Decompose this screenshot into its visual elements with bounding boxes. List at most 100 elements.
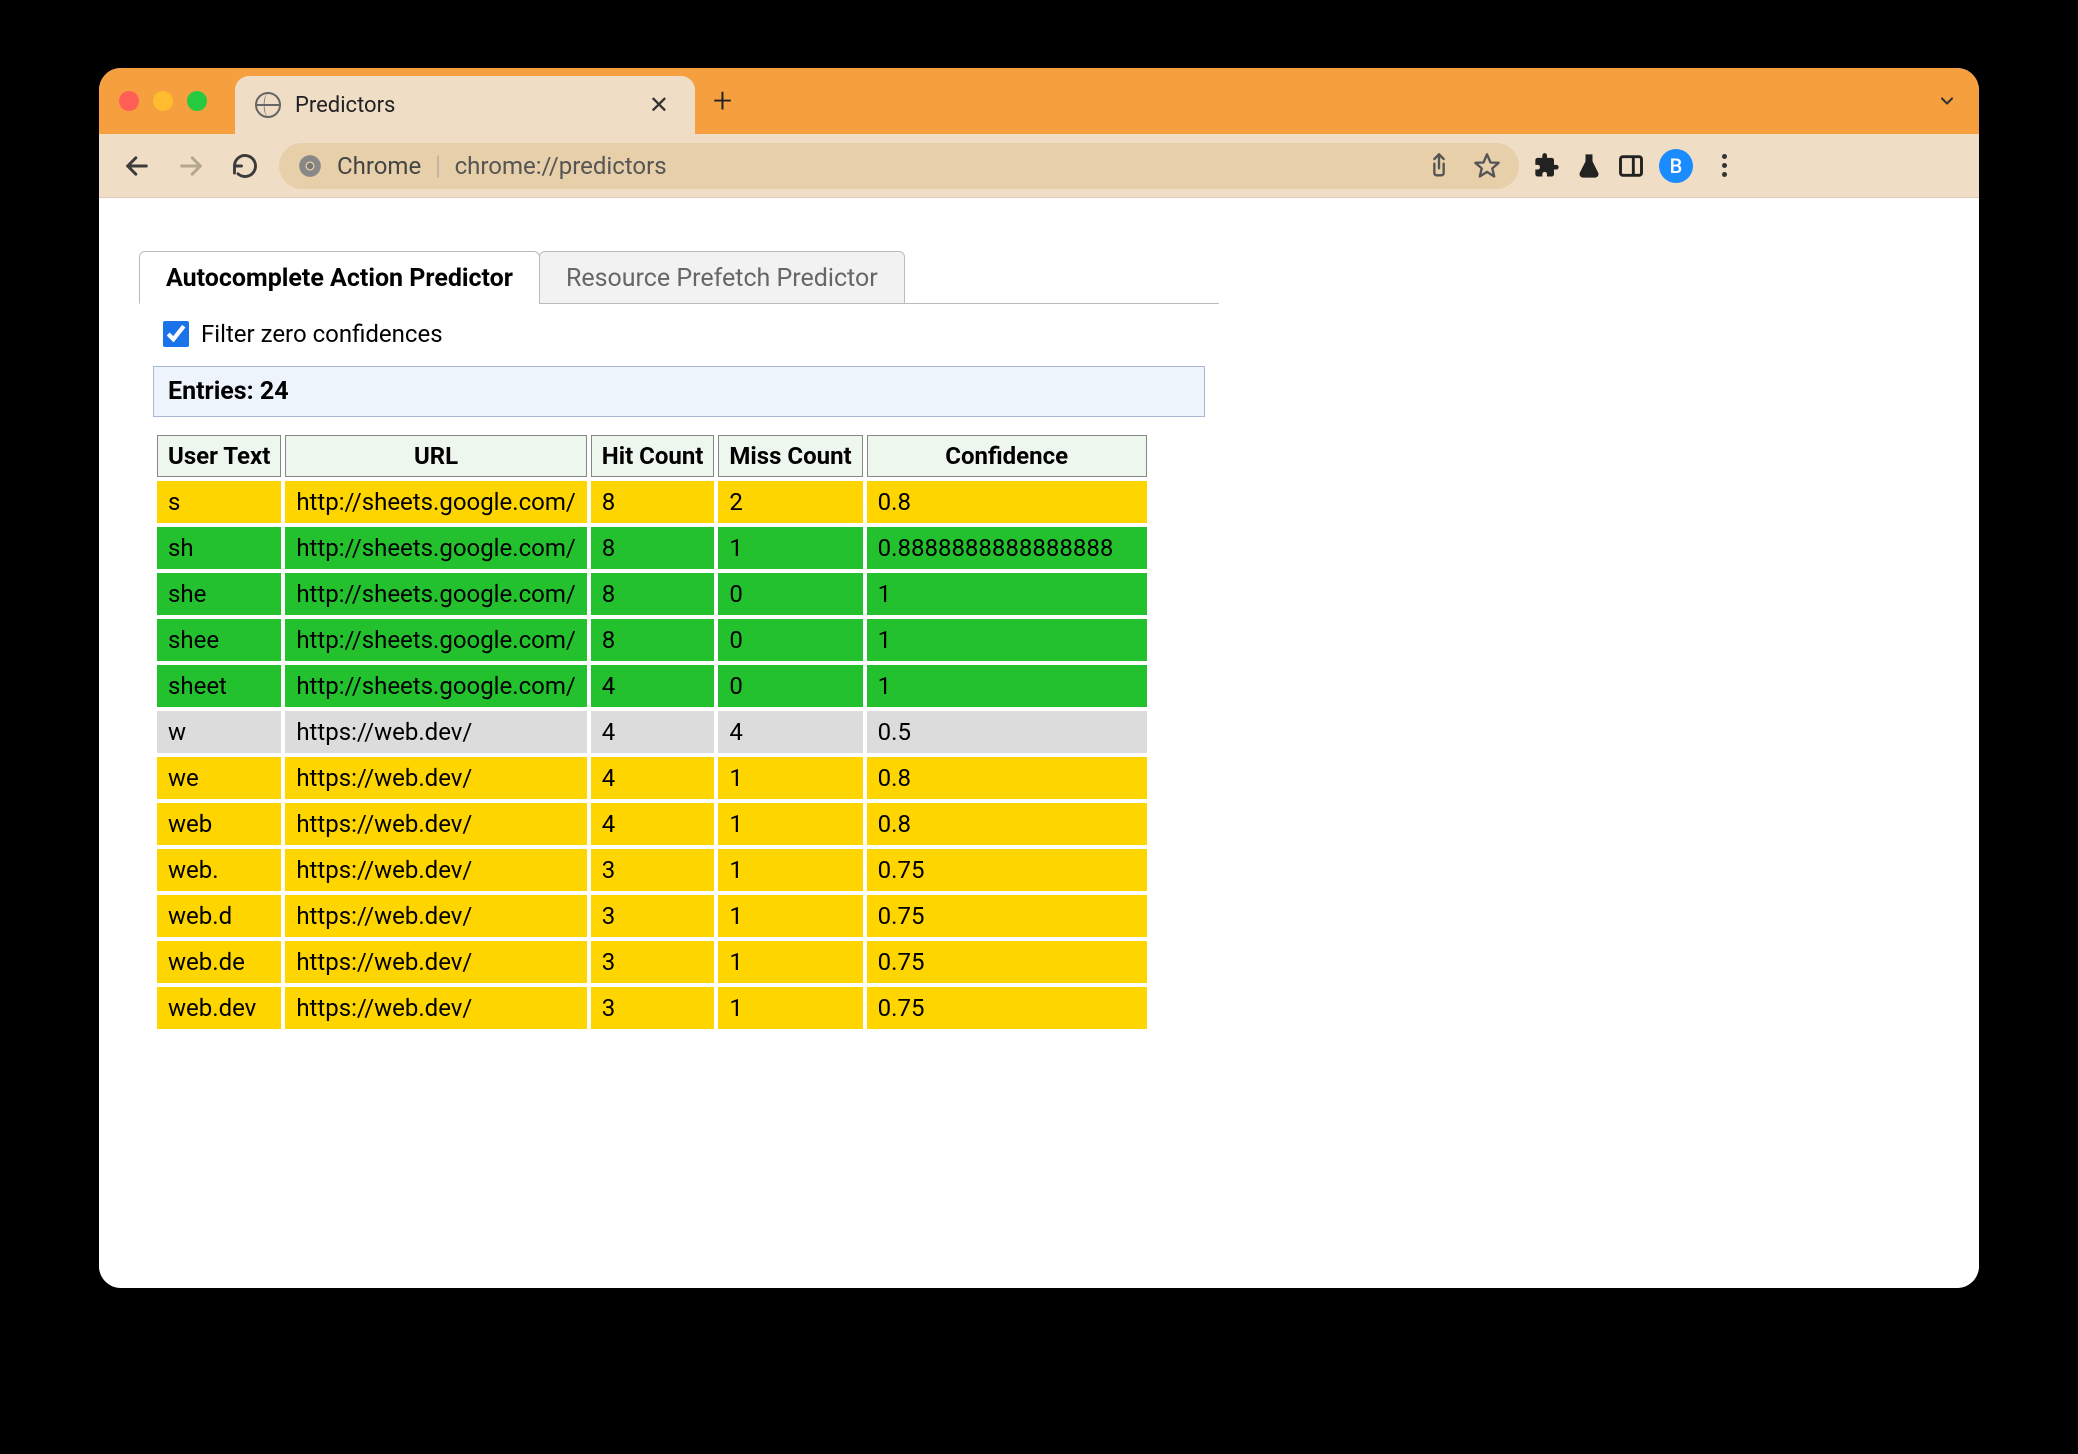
browser-tab-active[interactable]: Predictors ✕ [235, 76, 695, 134]
cell-miss: 1 [718, 987, 862, 1029]
table-row: wehttps://web.dev/410.8 [157, 757, 1147, 799]
cell-url: http://sheets.google.com/ [285, 619, 586, 661]
cell-url: https://web.dev/ [285, 849, 586, 891]
avatar-initial: B [1670, 154, 1683, 178]
share-icon[interactable] [1425, 152, 1453, 180]
page-tabset: Autocomplete Action Predictor Resource P… [139, 250, 1219, 304]
cell-url: https://web.dev/ [285, 757, 586, 799]
cell-conf: 0.75 [867, 941, 1147, 983]
cell-hit: 8 [591, 573, 715, 615]
col-url[interactable]: URL [285, 435, 586, 477]
cell-user-text: shee [157, 619, 281, 661]
cell-hit: 3 [591, 987, 715, 1029]
cell-url: http://sheets.google.com/ [285, 481, 586, 523]
cell-miss: 2 [718, 481, 862, 523]
tab-close-button[interactable]: ✕ [643, 91, 675, 119]
table-row: shhttp://sheets.google.com/810.888888888… [157, 527, 1147, 569]
side-panel-icon[interactable] [1617, 152, 1645, 180]
chrome-icon [297, 153, 323, 179]
table-row: sheethttp://sheets.google.com/401 [157, 665, 1147, 707]
cell-url: https://web.dev/ [285, 987, 586, 1029]
table-row: shehttp://sheets.google.com/801 [157, 573, 1147, 615]
omnibox[interactable]: Chrome | chrome://predictors [279, 143, 1519, 189]
window-minimize-button[interactable] [153, 91, 173, 111]
cell-hit: 4 [591, 711, 715, 753]
cell-user-text: web.de [157, 941, 281, 983]
tab-autocomplete-action-predictor[interactable]: Autocomplete Action Predictor [139, 251, 540, 304]
cell-conf: 1 [867, 573, 1147, 615]
omnibox-url: chrome://predictors [455, 152, 667, 180]
window-zoom-button[interactable] [187, 91, 207, 111]
tab-resource-prefetch-predictor[interactable]: Resource Prefetch Predictor [539, 251, 905, 304]
browser-menu-button[interactable] [1707, 149, 1741, 183]
col-hit-count[interactable]: Hit Count [591, 435, 715, 477]
filter-row: Filter zero confidences [139, 304, 1219, 362]
cell-miss: 1 [718, 757, 862, 799]
cell-miss: 1 [718, 941, 862, 983]
labs-icon[interactable] [1575, 152, 1603, 180]
cell-conf: 1 [867, 619, 1147, 661]
browser-tab-strip: Predictors ✕ + [99, 68, 1979, 134]
cell-miss: 1 [718, 527, 862, 569]
cell-hit: 8 [591, 481, 715, 523]
cell-hit: 4 [591, 757, 715, 799]
cell-url: https://web.dev/ [285, 711, 586, 753]
address-bar-row: Chrome | chrome://predictors B [99, 134, 1979, 198]
back-button[interactable] [117, 146, 157, 186]
cell-user-text: web. [157, 849, 281, 891]
cell-hit: 3 [591, 941, 715, 983]
cell-hit: 4 [591, 665, 715, 707]
entries-count-text: Entries: 24 [168, 377, 289, 406]
globe-icon [255, 92, 281, 118]
cell-hit: 3 [591, 849, 715, 891]
col-miss-count[interactable]: Miss Count [718, 435, 862, 477]
cell-hit: 4 [591, 803, 715, 845]
reload-button[interactable] [225, 146, 265, 186]
table-header-row: User Text URL Hit Count Miss Count Confi… [157, 435, 1147, 477]
cell-url: https://web.dev/ [285, 895, 586, 937]
window-close-button[interactable] [119, 91, 139, 111]
cell-conf: 0.75 [867, 987, 1147, 1029]
forward-button[interactable] [171, 146, 211, 186]
table-row: web.https://web.dev/310.75 [157, 849, 1147, 891]
cell-user-text: s [157, 481, 281, 523]
profile-avatar[interactable]: B [1659, 149, 1693, 183]
cell-conf: 0.5 [867, 711, 1147, 753]
omnibox-actions [1425, 152, 1501, 180]
cell-conf: 1 [867, 665, 1147, 707]
table-row: webhttps://web.dev/410.8 [157, 803, 1147, 845]
cell-hit: 8 [591, 619, 715, 661]
cell-url: https://web.dev/ [285, 803, 586, 845]
cell-user-text: sheet [157, 665, 281, 707]
cell-conf: 0.75 [867, 849, 1147, 891]
cell-user-text: sh [157, 527, 281, 569]
cell-miss: 4 [718, 711, 862, 753]
cell-user-text: web.d [157, 895, 281, 937]
cell-miss: 0 [718, 619, 862, 661]
bookmark-star-icon[interactable] [1473, 152, 1501, 180]
cell-conf: 0.8 [867, 481, 1147, 523]
omnibox-scheme-label: Chrome [337, 152, 421, 180]
filter-zero-confidences-checkbox[interactable] [163, 321, 189, 347]
cell-user-text: she [157, 573, 281, 615]
cell-miss: 1 [718, 849, 862, 891]
filter-zero-confidences-label[interactable]: Filter zero confidences [201, 320, 443, 348]
cell-user-text: w [157, 711, 281, 753]
cell-miss: 0 [718, 573, 862, 615]
tab-label: Resource Prefetch Predictor [566, 264, 878, 293]
tab-label: Autocomplete Action Predictor [166, 264, 513, 293]
cell-hit: 3 [591, 895, 715, 937]
page-content: Autocomplete Action Predictor Resource P… [99, 198, 1979, 1288]
window-controls [119, 91, 207, 111]
table-row: web.dhttps://web.dev/310.75 [157, 895, 1147, 937]
cell-hit: 8 [591, 527, 715, 569]
cell-url: https://web.dev/ [285, 941, 586, 983]
table-row: whttps://web.dev/440.5 [157, 711, 1147, 753]
tab-search-button[interactable] [1937, 91, 1957, 111]
col-user-text[interactable]: User Text [157, 435, 281, 477]
new-tab-button[interactable]: + [713, 81, 732, 121]
cell-user-text: web [157, 803, 281, 845]
cell-miss: 1 [718, 803, 862, 845]
extensions-icon[interactable] [1533, 152, 1561, 180]
col-confidence[interactable]: Confidence [867, 435, 1147, 477]
